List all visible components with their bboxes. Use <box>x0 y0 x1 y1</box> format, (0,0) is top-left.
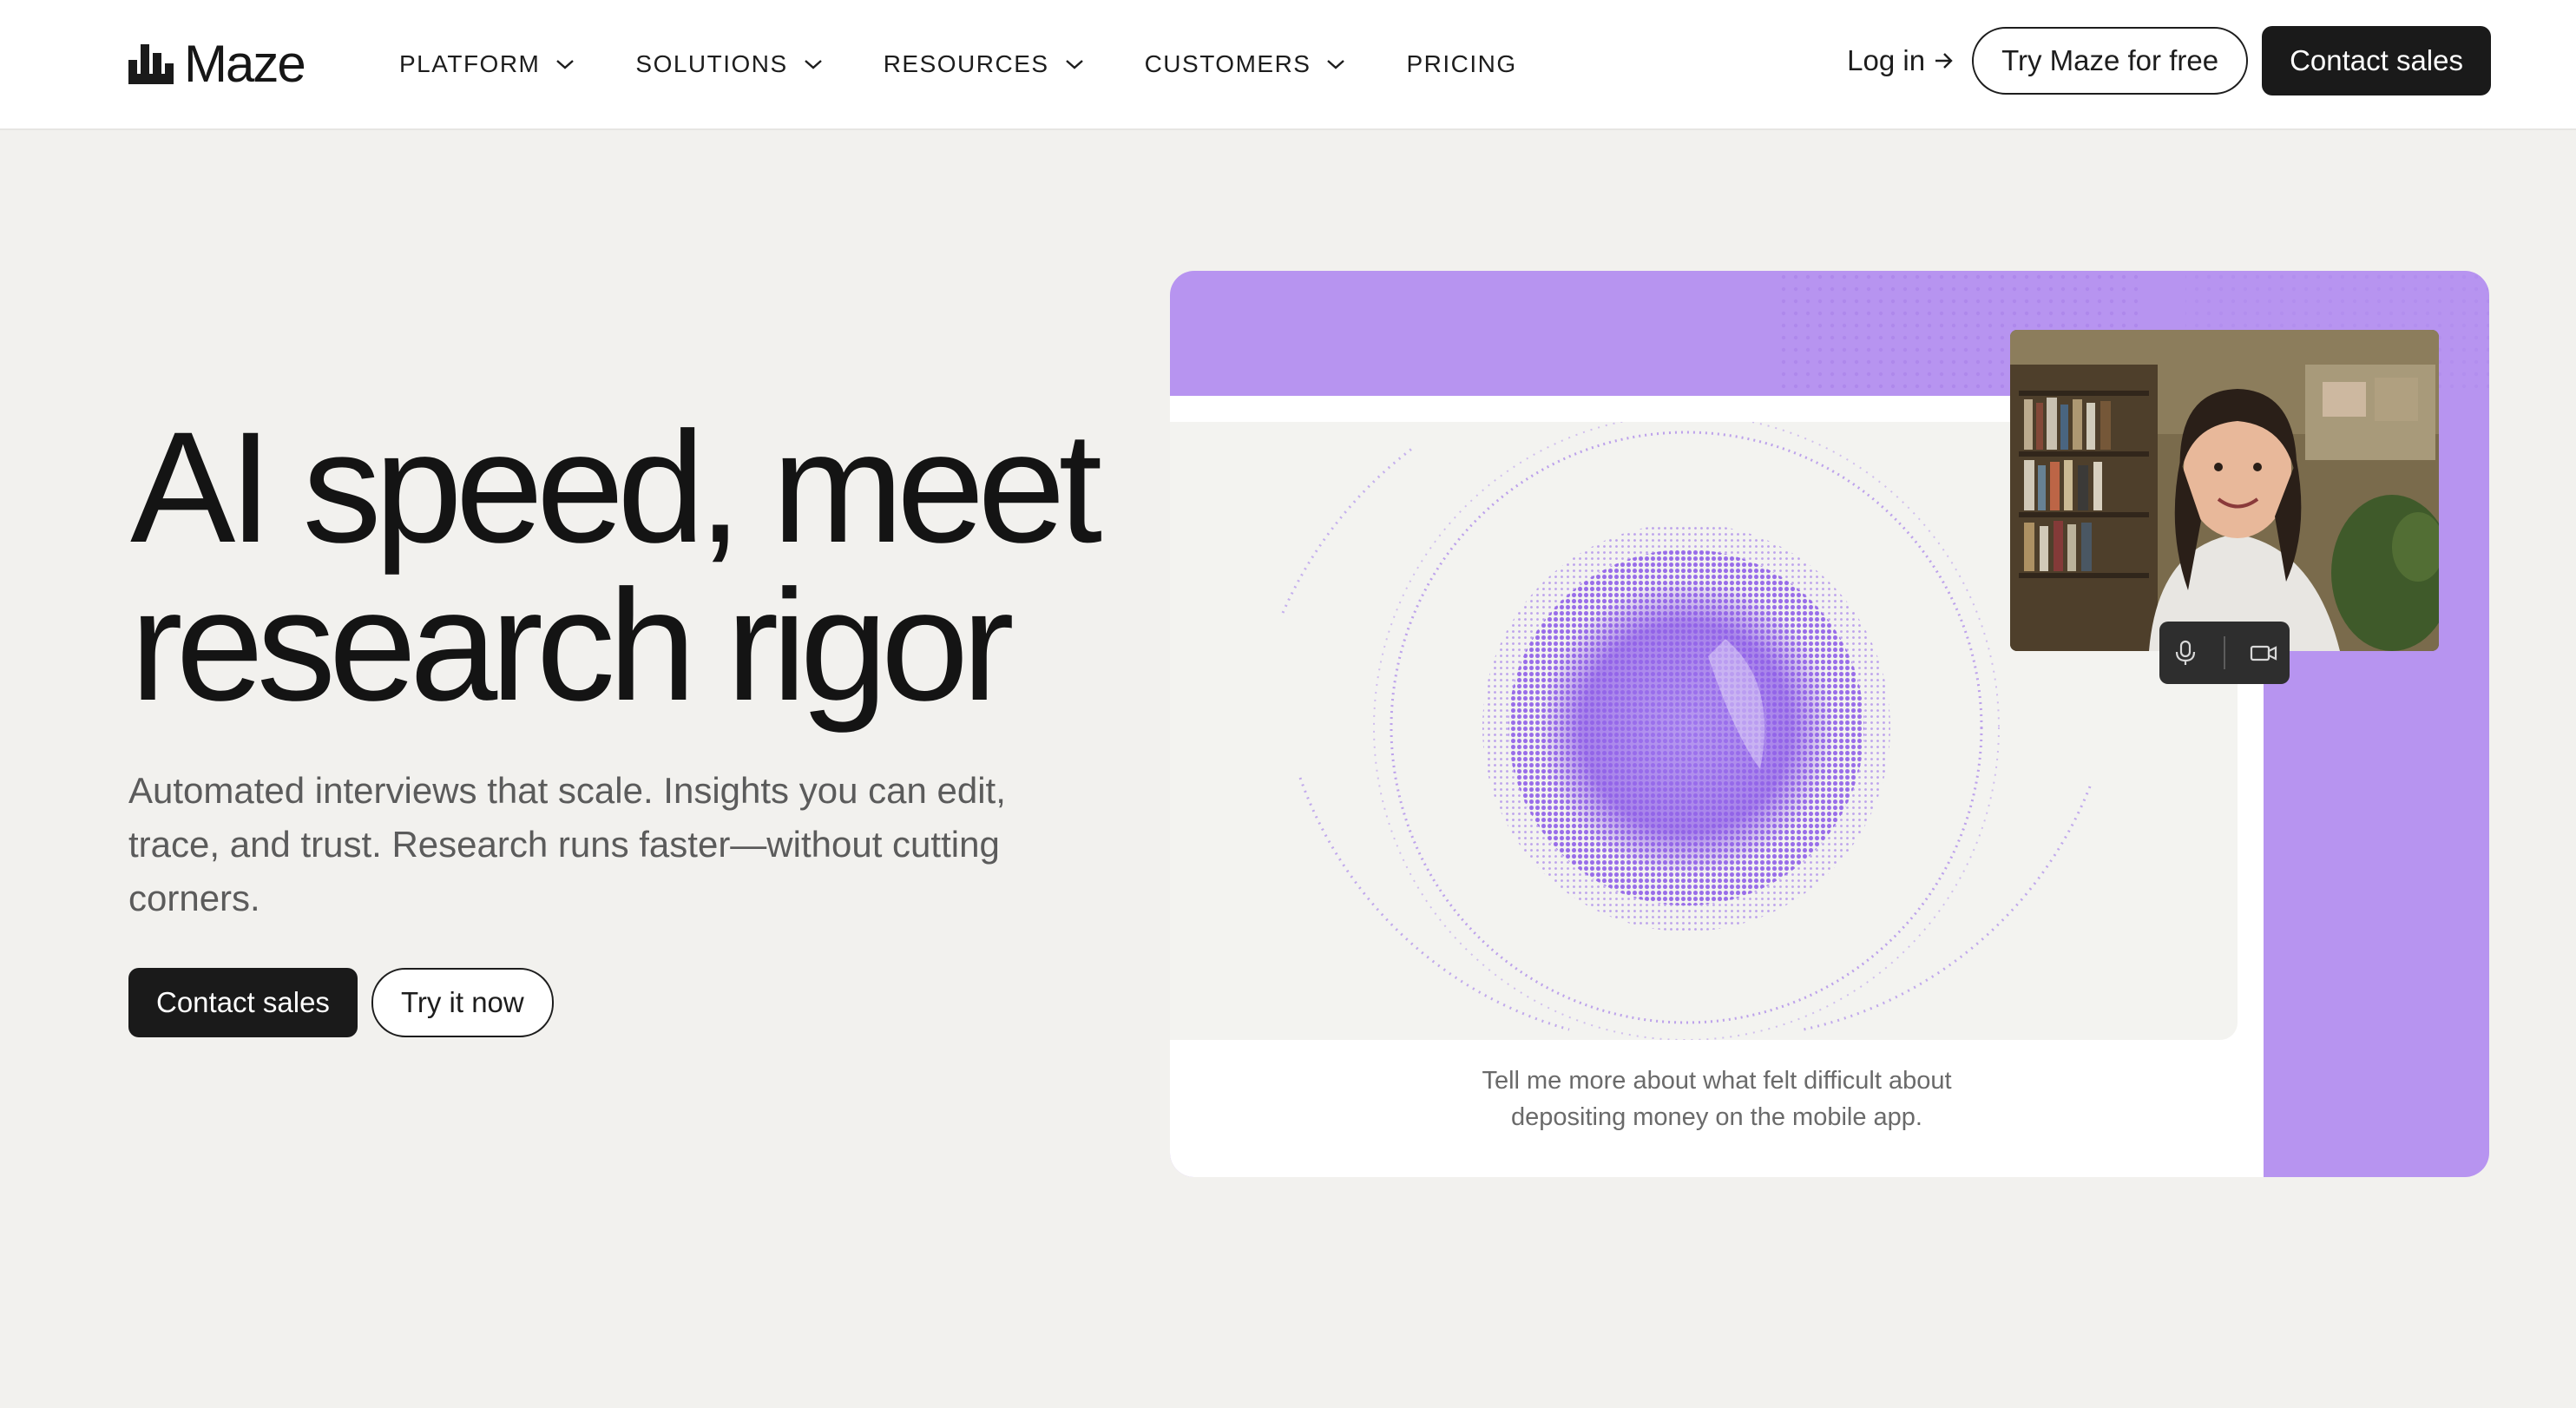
nav-item-solutions[interactable]: SOLUTIONS <box>635 50 822 78</box>
contact-sales-nav-button[interactable]: Contact sales <box>2262 26 2491 95</box>
logo-text: Maze <box>184 35 306 93</box>
arrow-right-icon <box>1935 53 1953 69</box>
nav-item-label: SOLUTIONS <box>635 50 788 77</box>
participant-photo <box>2010 330 2439 651</box>
nav-item-customers[interactable]: CUSTOMERS <box>1145 50 1346 78</box>
nav-item-label: RESOURCES <box>883 50 1049 77</box>
hero-title-line-1: AI speed, meet <box>130 398 1102 576</box>
caption-line-2: depositing money on the mobile app. <box>1511 1103 1922 1131</box>
maze-logo-icon <box>128 44 174 84</box>
nav-item-resources[interactable]: RESOURCES <box>884 50 1084 78</box>
nav-item-label: CUSTOMERS <box>1144 50 1311 77</box>
nav-item-label: PRICING <box>1406 50 1517 77</box>
login-label: Log in <box>1847 44 1926 76</box>
chevron-down-icon <box>556 60 575 69</box>
try-maze-free-button[interactable]: Try Maze for free <box>1972 27 2249 95</box>
login-link[interactable]: Log in <box>1847 44 1955 77</box>
maze-logo[interactable]: Maze <box>128 35 306 93</box>
controls-divider <box>2223 636 2225 669</box>
interview-question-caption: Tell me more about what felt difficult a… <box>1170 1063 2264 1135</box>
nav-item-platform[interactable]: PLATFORM <box>399 50 575 78</box>
participant-video-thumbnail <box>2010 330 2439 651</box>
microphone-icon[interactable] <box>2171 638 2200 668</box>
video-camera-icon[interactable] <box>2249 638 2278 668</box>
hero-title: AI speed, meet research rigor <box>130 408 1154 724</box>
chevron-down-icon <box>1327 60 1345 69</box>
nav-actions: Log in Try Maze for free Contact sales <box>1847 26 2491 95</box>
hero-subtitle: Automated interviews that scale. Insight… <box>128 770 1006 918</box>
try-it-now-button[interactable]: Try it now <box>371 968 554 1037</box>
chevron-down-icon <box>1065 60 1083 69</box>
hero-cta-group: Contact sales Try it now <box>128 968 554 1037</box>
top-navigation: Maze PLATFORM SOLUTIONS RESOURCES CUSTOM… <box>0 0 2576 130</box>
hero-title-line-2: research rigor <box>130 556 1015 734</box>
contact-sales-button[interactable]: Contact sales <box>128 968 358 1037</box>
nav-item-label: PLATFORM <box>399 50 541 77</box>
video-call-controls <box>2159 622 2290 684</box>
main-menu: PLATFORM SOLUTIONS RESOURCES CUSTOMERS P… <box>399 45 1578 83</box>
chevron-down-icon <box>804 60 822 69</box>
nav-item-pricing[interactable]: PRICING <box>1406 50 1516 78</box>
caption-line-1: Tell me more about what felt difficult a… <box>1482 1067 1952 1095</box>
